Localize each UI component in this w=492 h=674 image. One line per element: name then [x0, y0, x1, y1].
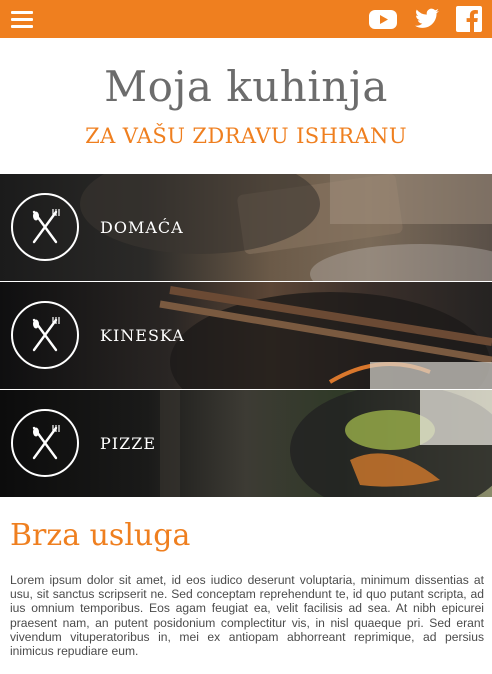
logo-badge-icon	[11, 409, 79, 477]
hamburger-line	[11, 11, 33, 14]
category-label: KINESKA	[100, 326, 185, 345]
top-bar	[0, 0, 492, 38]
site-tagline: ZA VAŠU ZDRAVU ISHRANU	[85, 124, 407, 148]
hamburger-menu-icon[interactable]	[11, 10, 33, 28]
logo-badge-icon	[11, 301, 79, 369]
section-body: Lorem ipsum dolor sit amet, id eos iudic…	[10, 573, 484, 659]
twitter-icon[interactable]	[413, 6, 441, 32]
hamburger-line	[11, 18, 33, 21]
category-banner-kineska[interactable]: KINESKA	[0, 282, 492, 389]
category-banner-domaca[interactable]: DOMAĆA	[0, 174, 492, 281]
youtube-icon[interactable]	[368, 6, 398, 32]
section-title: Brza usluga	[10, 518, 191, 553]
category-label: PIZZE	[100, 434, 156, 453]
category-banner-pizze[interactable]: PIZZE	[0, 390, 492, 497]
facebook-icon[interactable]	[456, 6, 482, 32]
logo-badge-icon	[11, 193, 79, 261]
site-title: Moja kuhinja	[104, 62, 388, 111]
category-label: DOMAĆA	[100, 218, 184, 237]
hamburger-line	[11, 25, 33, 28]
